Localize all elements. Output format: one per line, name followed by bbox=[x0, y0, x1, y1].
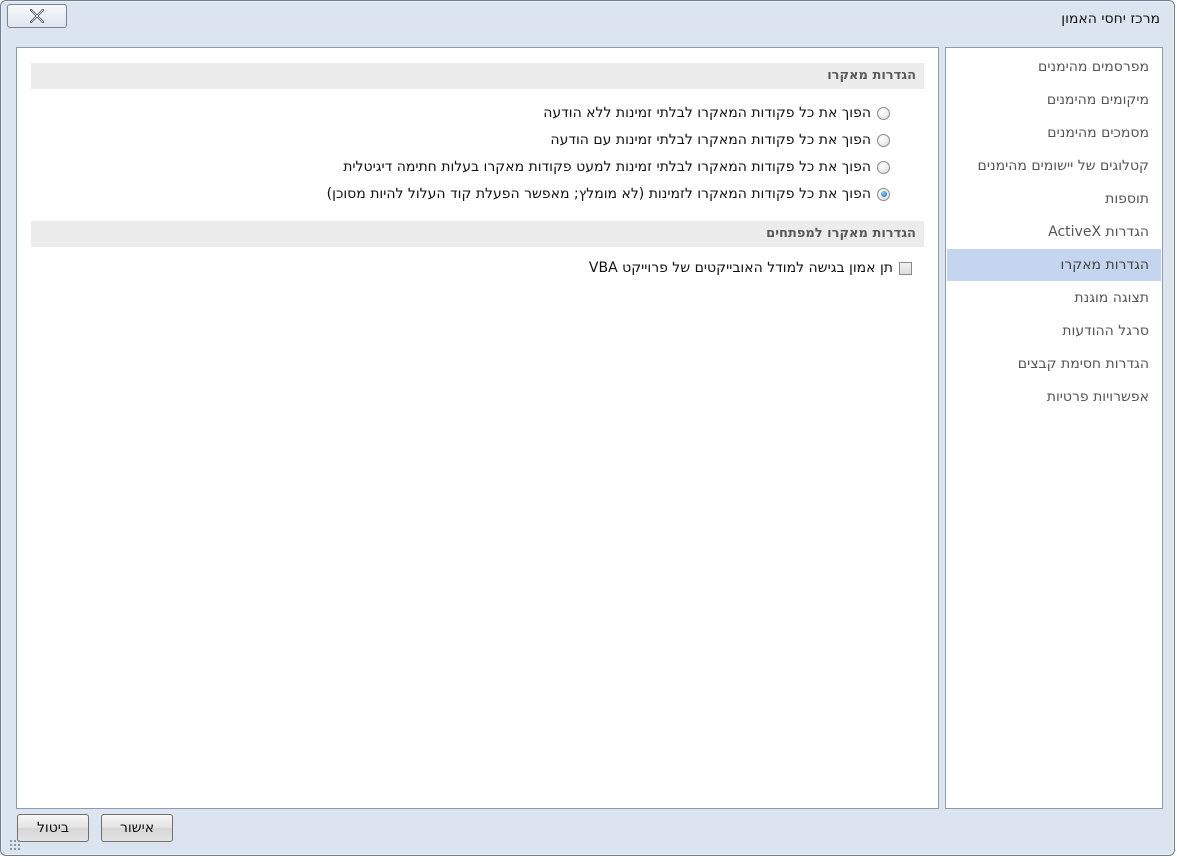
close-x-icon bbox=[29, 9, 45, 23]
resize-grip-icon[interactable] bbox=[9, 839, 21, 851]
sidebar-nav: מפרסמים מהימנים מיקומים מהימנים מסמכים מ… bbox=[945, 47, 1163, 809]
sidebar-item-macro-settings[interactable]: הגדרות מאקרו bbox=[947, 249, 1161, 281]
sidebar-item-trusted-app-catalogs[interactable]: קטלוגים של יישומים מהימנים bbox=[947, 150, 1161, 182]
trust-vba-access-option[interactable]: תן אמון בגישה למודל האובייקטים של פרוייק… bbox=[589, 257, 912, 279]
title-bar: מרכז יחסי האמון bbox=[1, 1, 1174, 39]
radio-button[interactable] bbox=[877, 106, 890, 120]
trust-vba-checkbox[interactable] bbox=[899, 261, 912, 275]
sidebar-item-trusted-locations[interactable]: מיקומים מהימנים bbox=[947, 84, 1161, 116]
macro-option-disable-except-signed[interactable]: הפוך את כל פקודות המאקרו לבלתי זמינות למ… bbox=[343, 156, 890, 178]
macro-option-disable-no-notification[interactable]: הפוך את כל פקודות המאקרו לבלתי זמינות לל… bbox=[543, 102, 890, 124]
trust-vba-label: תן אמון בגישה למודל האובייקטים של פרוייק… bbox=[588, 260, 893, 276]
radio-button[interactable] bbox=[877, 160, 890, 174]
macro-option-enable-all[interactable]: הפוך את כל פקודות המאקרו לזמינות (לא מומ… bbox=[327, 183, 890, 205]
close-button[interactable] bbox=[7, 4, 67, 28]
option-label: הפוך את כל פקודות המאקרו לבלתי זמינות לל… bbox=[543, 105, 871, 121]
radio-button-selected[interactable] bbox=[877, 187, 890, 201]
macro-settings-header: הגדרות מאקרו bbox=[31, 63, 924, 89]
option-label: הפוך את כל פקודות המאקרו לבלתי זמינות עם… bbox=[550, 132, 871, 148]
developer-macro-settings-header: הגדרות מאקרו למפתחים bbox=[31, 221, 924, 247]
sidebar-item-add-ins[interactable]: תוספות bbox=[947, 183, 1161, 215]
option-label: הפוך את כל פקודות המאקרו לזמינות (לא מומ… bbox=[326, 186, 871, 202]
ok-button[interactable]: אישור bbox=[101, 814, 173, 842]
option-label: הפוך את כל פקודות המאקרו לבלתי זמינות למ… bbox=[343, 159, 871, 175]
sidebar-item-trusted-documents[interactable]: מסמכים מהימנים bbox=[947, 117, 1161, 149]
macro-option-disable-with-notification[interactable]: הפוך את כל פקודות המאקרו לבלתי זמינות עם… bbox=[550, 129, 890, 151]
window-title: מרכז יחסי האמון bbox=[1061, 11, 1160, 27]
sidebar-item-activex-settings[interactable]: הגדרות ActiveX bbox=[947, 216, 1161, 248]
sidebar-item-privacy-options[interactable]: אפשרויות פרטיות bbox=[947, 381, 1161, 413]
sidebar-item-protected-view[interactable]: תצוגה מוגנת bbox=[947, 282, 1161, 314]
sidebar-item-trusted-publishers[interactable]: מפרסמים מהימנים bbox=[947, 51, 1161, 83]
trust-center-dialog: מרכז יחסי האמון מפרסמים מהימנים מיקומים … bbox=[0, 0, 1175, 856]
sidebar-item-file-block-settings[interactable]: הגדרות חסימת קבצים bbox=[947, 348, 1161, 380]
radio-button[interactable] bbox=[877, 133, 890, 147]
cancel-button[interactable]: ביטול bbox=[17, 814, 89, 842]
settings-content: הגדרות מאקרו הפוך את כל פקודות המאקרו לב… bbox=[16, 47, 939, 809]
sidebar-item-message-bar[interactable]: סרגל ההודעות bbox=[947, 315, 1161, 347]
